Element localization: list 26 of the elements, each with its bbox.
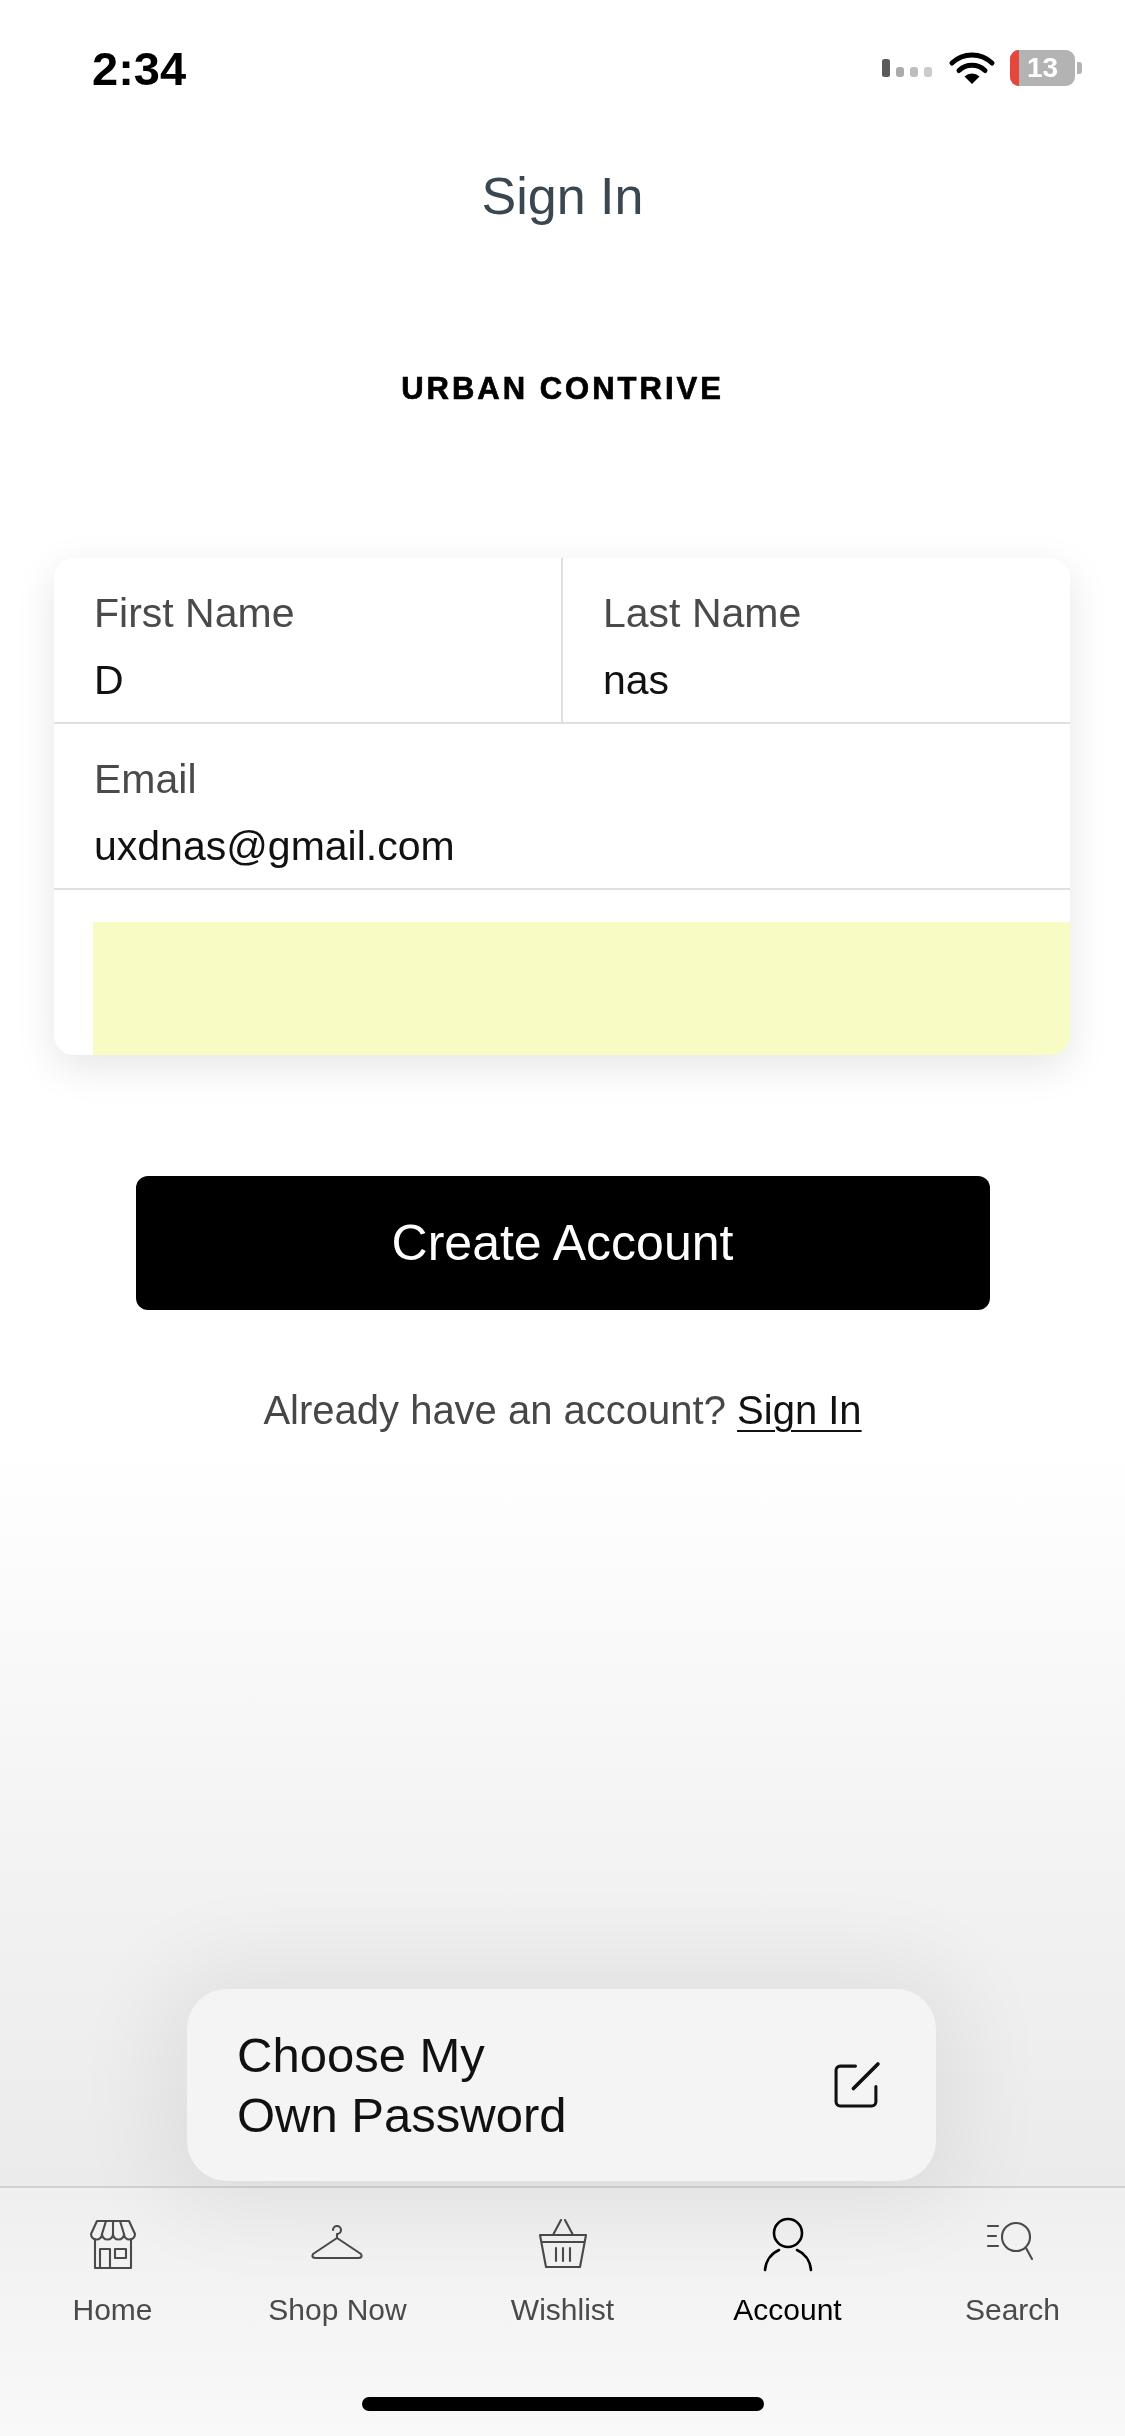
field-label: First Name — [94, 589, 295, 637]
password-option[interactable]: Choose My Own Password — [187, 1989, 936, 2181]
create-account-button[interactable]: Create Account — [135, 1176, 990, 1310]
clock-time: 2:34 — [92, 44, 187, 92]
tab-bar-item[interactable]: Search — [964, 2216, 1061, 2328]
tab-bar-item[interactable]: Shop Now — [268, 2216, 407, 2328]
screen-title: Sign In — [481, 166, 644, 226]
text-field[interactable]: First Name D — [54, 558, 563, 722]
field-label: Last Name — [603, 589, 802, 637]
wifi-icon — [948, 51, 996, 85]
signin-prompt: Already have an account? Sign In — [263, 1387, 862, 1434]
text-field[interactable]: Email uxdnas@gmail.com — [54, 724, 1070, 888]
battery-indicator: 13 — [1010, 50, 1082, 86]
input-field[interactable] — [93, 922, 1070, 1055]
field-value: D — [94, 656, 124, 704]
field-value: uxdnas@gmail.com — [94, 822, 455, 870]
tab-bar-item[interactable]: Account — [733, 2216, 842, 2328]
brand-name: URBAN CONTRIVE — [401, 370, 724, 408]
signal-icon — [882, 59, 934, 77]
sign-in-link[interactable]: Sign In — [737, 1388, 862, 1432]
tab-bar-item[interactable]: Home — [72, 2216, 153, 2328]
field-value: nas — [603, 656, 670, 704]
field-label: Email — [94, 755, 197, 803]
text-field[interactable]: Last Name nas — [563, 558, 1070, 722]
edit-icon — [833, 2061, 881, 2109]
tab-bar-item[interactable]: Wishlist — [510, 2216, 615, 2328]
